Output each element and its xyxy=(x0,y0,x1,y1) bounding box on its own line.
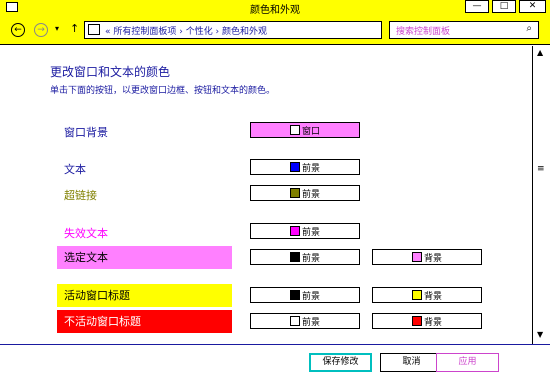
search-icon[interactable]: ⌕ xyxy=(526,23,532,34)
selected-text-background-button[interactable]: 背景 xyxy=(372,249,482,265)
up-button[interactable]: ↑ xyxy=(70,22,79,35)
page-description: 单击下面的按钮，以更改窗口边框、按钮和文本的颜色。 xyxy=(50,86,276,96)
label-inactive-window-title: 不活动窗口标题 xyxy=(57,310,232,333)
color-swatch xyxy=(290,290,300,300)
dialog-footer: 保存修改 取消 应用 xyxy=(0,344,550,383)
color-appearance-window: 颜色和外观 — □ ✕ ← → ▾ ↑ « 所有控制面板项 › 个性化 › 颜色… xyxy=(0,0,550,383)
control-panel-icon xyxy=(88,24,100,35)
inactive-title-foreground-button[interactable]: 前景 xyxy=(250,313,360,329)
button-label: 背景 xyxy=(424,292,443,302)
color-swatch xyxy=(290,125,300,135)
window-background-color-button[interactable]: 窗口 xyxy=(250,122,360,138)
navigation-bar: ← → ▾ ↑ « 所有控制面板项 › 个性化 › 颜色和外观 ▾ ↻ 搜索控制… xyxy=(0,16,550,44)
button-label: 前景 xyxy=(302,190,321,200)
active-title-background-button[interactable]: 背景 xyxy=(372,287,482,303)
main-content: 更改窗口和文本的颜色 单击下面的按钮，以更改窗口边框、按钮和文本的颜色。 窗口背… xyxy=(0,44,550,344)
scroll-thumb[interactable]: ≡ xyxy=(537,164,545,174)
scroll-up-arrow-icon[interactable]: ▲ xyxy=(537,48,543,57)
label-active-window-title: 活动窗口标题 xyxy=(57,284,232,307)
color-swatch xyxy=(290,162,300,172)
hyperlink-foreground-button[interactable]: 前景 xyxy=(250,185,360,201)
button-label: 窗口 xyxy=(302,127,321,137)
label-hyperlink: 超链接 xyxy=(64,189,97,202)
active-title-foreground-button[interactable]: 前景 xyxy=(250,287,360,303)
label-window-background: 窗口背景 xyxy=(64,126,108,139)
search-input[interactable]: 搜索控制面板 ⌕ xyxy=(389,21,539,39)
button-label: 前景 xyxy=(302,164,321,174)
button-label: 背景 xyxy=(424,318,443,328)
label-disabled-text: 失效文本 xyxy=(64,227,108,240)
forward-button[interactable]: → xyxy=(34,23,48,37)
breadcrumb[interactable]: « 所有控制面板项 › 个性化 › 颜色和外观 xyxy=(105,24,267,37)
search-placeholder: 搜索控制面板 xyxy=(396,27,451,37)
save-changes-button[interactable]: 保存修改 xyxy=(309,353,372,372)
scroll-down-arrow-icon[interactable]: ▼ xyxy=(537,330,543,339)
back-button[interactable]: ← xyxy=(11,23,25,37)
recent-pages-dropdown-icon[interactable]: ▾ xyxy=(55,24,59,33)
title-bar: 颜色和外观 — □ ✕ xyxy=(0,0,550,16)
color-swatch xyxy=(412,290,422,300)
maximize-button[interactable]: □ xyxy=(492,0,516,13)
color-swatch xyxy=(290,188,300,198)
page-title: 更改窗口和文本的颜色 xyxy=(50,65,171,79)
label-selected-text: 选定文本 xyxy=(57,246,232,269)
label-text: 文本 xyxy=(64,163,86,176)
address-bar[interactable]: « 所有控制面板项 › 个性化 › 颜色和外观 ▾ ↻ xyxy=(84,21,459,39)
minimize-button[interactable]: — xyxy=(465,0,489,13)
color-swatch xyxy=(290,226,300,236)
button-label: 前景 xyxy=(302,254,321,264)
button-label: 前景 xyxy=(302,318,321,328)
button-label: 前景 xyxy=(302,292,321,302)
close-button[interactable]: ✕ xyxy=(519,0,546,13)
apply-button[interactable]: 应用 xyxy=(436,353,499,372)
button-label: 前景 xyxy=(302,228,321,238)
disabled-text-foreground-button[interactable]: 前景 xyxy=(250,223,360,239)
button-label: 背景 xyxy=(424,254,443,264)
inactive-title-background-button[interactable]: 背景 xyxy=(372,313,482,329)
color-swatch xyxy=(290,316,300,326)
cancel-button[interactable]: 取消 xyxy=(380,353,443,372)
color-swatch xyxy=(412,316,422,326)
vertical-scrollbar[interactable]: ▲ ≡ ▼ xyxy=(532,46,549,344)
selected-text-foreground-button[interactable]: 前景 xyxy=(250,249,360,265)
color-swatch xyxy=(290,252,300,262)
text-foreground-button[interactable]: 前景 xyxy=(250,159,360,175)
color-swatch xyxy=(412,252,422,262)
